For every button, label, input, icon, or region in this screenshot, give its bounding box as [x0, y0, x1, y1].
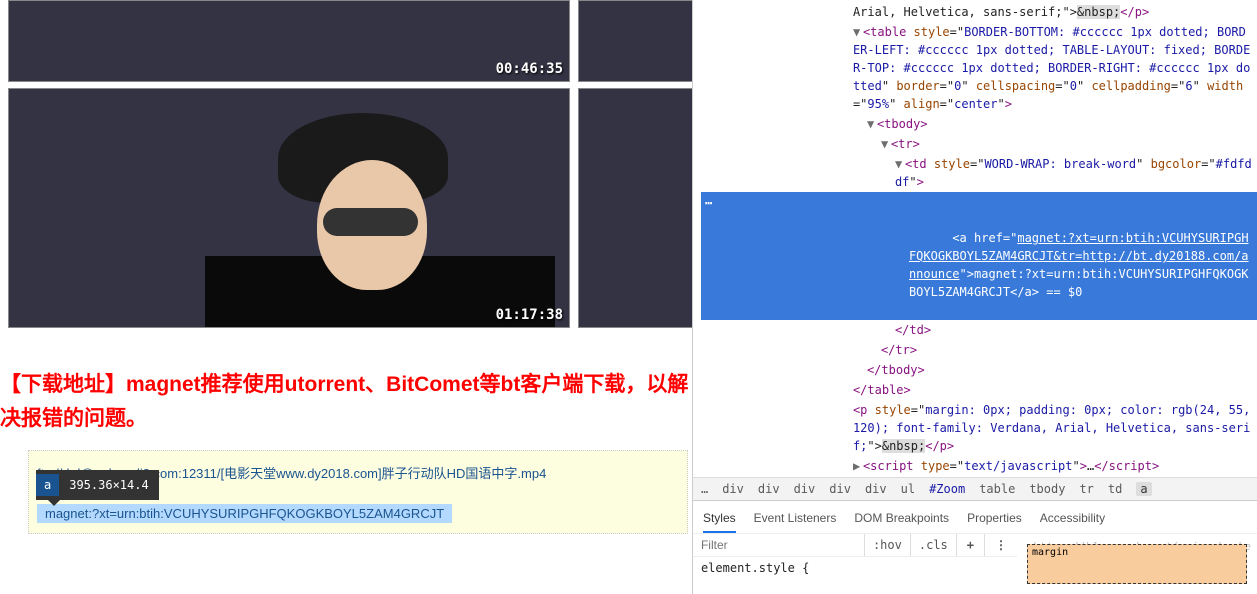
collapse-arrow-icon[interactable]: ▶ — [853, 457, 863, 475]
inspect-tooltip: a 395.36×14.4 — [36, 470, 159, 500]
styles-filter-row: :hov .cls + ⋮ — [693, 534, 1017, 557]
crumb[interactable]: table — [979, 482, 1015, 496]
tab-event-listeners[interactable]: Event Listeners — [754, 507, 837, 533]
crumb-zoom[interactable]: #Zoom — [929, 482, 965, 496]
dom-selected-anchor[interactable]: ⋯ <a href="magnet:?xt=urn:btih:VCUHYSURI… — [701, 192, 1257, 320]
crumb[interactable]: ul — [901, 482, 915, 496]
margin-label: margin — [1032, 547, 1068, 558]
video-thumbnail-side-2[interactable] — [578, 88, 692, 328]
video-thumbnail-side-1[interactable] — [578, 0, 692, 82]
breadcrumb[interactable]: … div div div div div ul #Zoom table tbo… — [693, 477, 1257, 500]
crumb[interactable]: tbody — [1029, 482, 1065, 496]
dom-tbody[interactable]: ▼<tbody> — [701, 114, 1257, 134]
dom-td[interactable]: ▼<td style="WORD-WRAP: break-word" bgcol… — [701, 154, 1257, 192]
tooltip-dims: 395.36×14.4 — [59, 474, 158, 496]
styles-filter-input[interactable] — [693, 534, 864, 556]
more-icon[interactable]: ⋮ — [984, 534, 1017, 556]
box-model: https://blog.csdn.net/weixunbughe margin — [1017, 534, 1257, 594]
dom-tr[interactable]: ▼<tr> — [701, 134, 1257, 154]
cls-toggle[interactable]: .cls — [910, 534, 956, 556]
tab-dom-breakpoints[interactable]: DOM Breakpoints — [854, 507, 949, 533]
expand-arrow-icon[interactable]: ▼ — [853, 23, 863, 41]
styles-tabs: Styles Event Listeners DOM Breakpoints P… — [693, 500, 1257, 533]
element-style-rule[interactable]: element.style { — [693, 557, 1017, 579]
page-content: 00:46:35 01:17:38 【下载地址】magnet推荐使用utorre… — [0, 0, 692, 594]
dom-td-close[interactable]: </td> — [701, 320, 1257, 340]
crumb[interactable]: tr — [1079, 482, 1093, 496]
dom-tbody-close[interactable]: </tbody> — [701, 360, 1257, 380]
crumb-selected[interactable]: a — [1136, 482, 1151, 496]
tab-accessibility[interactable]: Accessibility — [1040, 507, 1105, 533]
video-thumbnail-2[interactable]: 01:17:38 — [8, 88, 570, 328]
timestamp-2: 01:17:38 — [496, 307, 563, 323]
timestamp-1: 00:46:35 — [496, 61, 563, 77]
crumb[interactable]: div — [829, 482, 851, 496]
elements-tree[interactable]: Arial, Helvetica, sans-serif;">&nbsp;</p… — [693, 0, 1257, 477]
devtools-panel: Arial, Helvetica, sans-serif;">&nbsp;</p… — [692, 0, 1257, 594]
ellipsis-icon[interactable]: ⋯ — [705, 194, 712, 212]
expand-arrow-icon[interactable]: ▼ — [895, 155, 905, 173]
magnet-link[interactable]: magnet:?xt=urn:btih:VCUHYSURIPGHFQKOGKBO… — [37, 504, 452, 523]
styles-body: :hov .cls + ⋮ element.style { https://bl… — [693, 533, 1257, 594]
tab-styles[interactable]: Styles — [703, 507, 736, 533]
tooltip-tag: a — [36, 474, 59, 496]
video-thumbnail-1[interactable]: 00:46:35 — [8, 0, 570, 82]
dom-table-close[interactable]: </table> — [701, 380, 1257, 400]
crumb[interactable]: div — [794, 482, 816, 496]
dom-tr-close[interactable]: </tr> — [701, 340, 1257, 360]
dom-line[interactable]: Arial, Helvetica, sans-serif;">&nbsp;</p… — [701, 2, 1257, 22]
crumb[interactable]: div — [758, 482, 780, 496]
new-rule-button[interactable]: + — [956, 534, 984, 556]
tab-properties[interactable]: Properties — [967, 507, 1022, 533]
crumb[interactable]: td — [1108, 482, 1122, 496]
expand-arrow-icon[interactable]: ▼ — [867, 115, 877, 133]
dom-script1[interactable]: ▶<script type="text/javascript">…</scrip… — [701, 456, 1257, 476]
crumb[interactable]: div — [722, 482, 744, 496]
dom-p2[interactable]: <p style="margin: 0px; padding: 0px; col… — [701, 400, 1257, 456]
crumb[interactable]: div — [865, 482, 887, 496]
crumb[interactable]: … — [701, 482, 708, 496]
dom-script2[interactable]: <script src="/jsdd/750.js"></script> — [701, 476, 1257, 477]
hov-toggle[interactable]: :hov — [864, 534, 910, 556]
expand-arrow-icon[interactable]: ▼ — [881, 135, 891, 153]
download-heading: 【下载地址】magnet推荐使用utorrent、BitComet等bt客户端下… — [0, 368, 692, 435]
dom-table-open[interactable]: ▼<table style="BORDER-BOTTOM: #cccccc 1p… — [701, 22, 1257, 114]
